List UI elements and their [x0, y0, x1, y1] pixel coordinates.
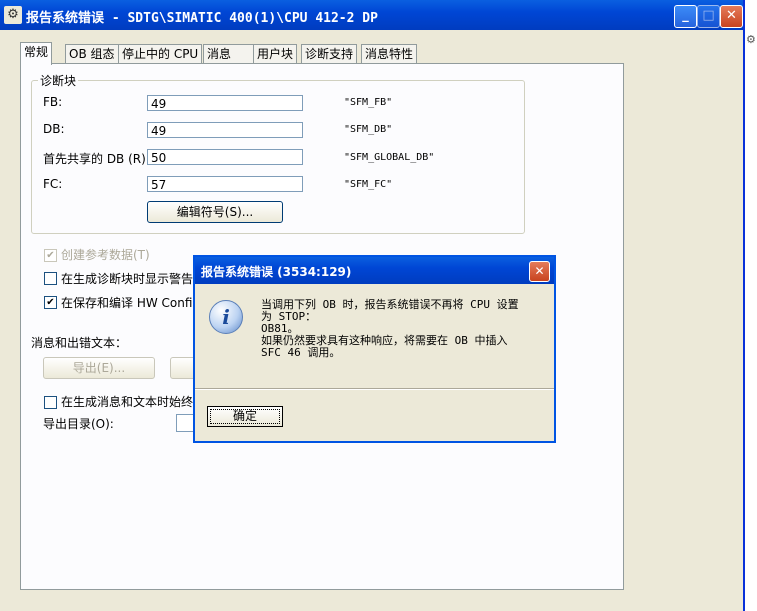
minimize-button[interactable]: _ [674, 5, 697, 28]
error-dialog: 报告系统错误 (3534:129) ✕ i 当调用下列 OB 时，报告系统错误不… [193, 255, 556, 443]
tab-general[interactable]: 常规 [20, 42, 53, 65]
fb-label: FB: [43, 95, 63, 109]
dialog-message: 当调用下列 OB 时，报告系统错误不再将 CPU 设置 为 STOP： OB81… [261, 298, 519, 359]
edit-symbols-button[interactable]: 编辑符号(S)... [147, 201, 283, 223]
dialog-title-bar: 报告系统错误 (3534:129) ✕ [195, 257, 554, 284]
fc-field[interactable]: 57 [147, 176, 303, 192]
gear-icon: ⚙ [746, 33, 756, 46]
fb-symbol: "SFM_FB" [344, 97, 393, 108]
always-checkbox[interactable] [44, 396, 57, 409]
info-icon: i [209, 300, 243, 334]
title-bar: ⚙ 报告系统错误 - SDTG\SIMATIC 400(1)\CPU 412-2… [0, 0, 743, 30]
tab-cpu-stop[interactable]: 停止中的 CPU [118, 44, 203, 64]
close-button[interactable]: ✕ [720, 5, 743, 28]
background-window-strip: ⚙ [745, 0, 757, 611]
global-db-symbol: "SFM_GLOBAL_DB" [344, 152, 435, 163]
create-ref-checkbox: ✔ [44, 249, 57, 262]
dialog-close-button[interactable]: ✕ [529, 261, 550, 282]
window-title: 报告系统错误 - SDTG\SIMATIC 400(1)\CPU 412-2 D… [26, 11, 378, 26]
messages-section-title: 消息和出错文本： [31, 336, 128, 350]
tab-messages[interactable]: 消息 [203, 44, 256, 64]
dialog-title: 报告系统错误 (3534:129) [201, 265, 352, 279]
export-button: 导出(E)... [43, 357, 155, 379]
fc-label: FC: [43, 177, 63, 191]
show-warning-checkbox[interactable] [44, 272, 57, 285]
ok-button[interactable]: 确定 [207, 406, 283, 427]
always-label: 在生成消息和文本时始终 [61, 395, 194, 409]
group-title: 诊断块 [38, 72, 79, 89]
maximize-button[interactable]: □ [697, 5, 720, 28]
fc-symbol: "SFM_FC" [344, 179, 393, 190]
create-ref-label: 创建参考数据(T) [61, 248, 150, 262]
tab-user-blocks[interactable]: 用户块 [253, 44, 298, 64]
tab-diag-support[interactable]: 诊断支持 [301, 44, 358, 64]
tab-message-props[interactable]: 消息特性 [361, 44, 418, 64]
global-db-label: 首先共享的 DB (R) [43, 152, 146, 166]
export-dir-label: 导出目录(O): [43, 417, 114, 431]
dialog-divider [195, 388, 554, 390]
global-db-field[interactable]: 50 [147, 149, 303, 165]
tab-ob-config[interactable]: OB 组态 [65, 44, 119, 64]
db-symbol: "SFM_DB" [344, 124, 393, 135]
db-label: DB: [43, 122, 65, 136]
db-field[interactable]: 49 [147, 122, 303, 138]
save-compile-checkbox[interactable]: ✔ [44, 296, 57, 309]
save-compile-label: 在保存和编译 HW Config [61, 296, 201, 310]
show-warning-label: 在生成诊断块时显示警告 [61, 272, 194, 286]
fb-field[interactable]: 49 [147, 95, 303, 111]
app-icon: ⚙ [4, 6, 22, 24]
